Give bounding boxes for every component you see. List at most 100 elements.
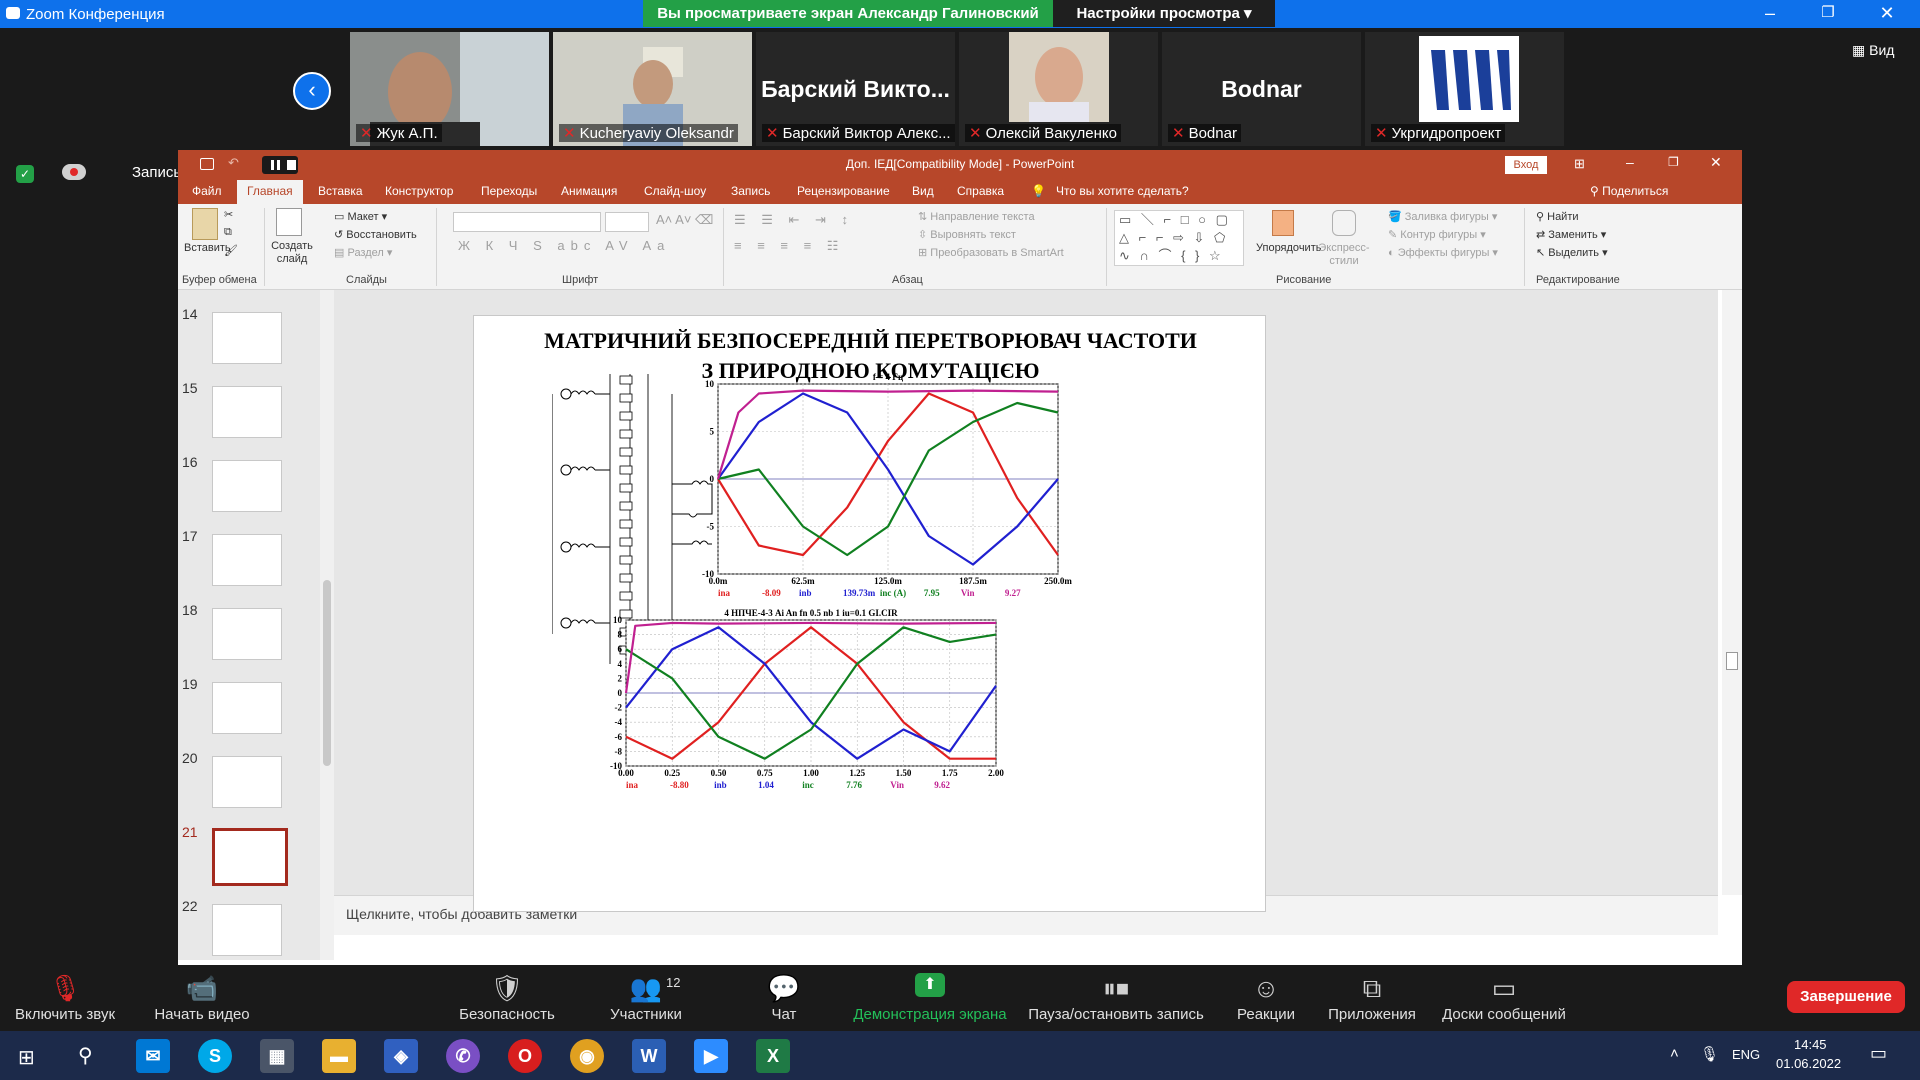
file-explorer-icon[interactable]: ▬ bbox=[322, 1039, 356, 1073]
reactions-button[interactable]: ☺ Реакции bbox=[1228, 965, 1304, 1031]
skype-app-icon[interactable]: S bbox=[198, 1039, 232, 1073]
slide-thumbnail[interactable] bbox=[212, 386, 282, 438]
slide-thumbnail-selected[interactable] bbox=[212, 828, 288, 886]
signin-button[interactable]: Вход bbox=[1505, 156, 1547, 174]
chrome-app-icon[interactable]: ◉ bbox=[570, 1039, 604, 1073]
slide-thumbnail[interactable] bbox=[212, 756, 282, 808]
chat-button[interactable]: 💬 Чат bbox=[752, 965, 816, 1031]
tab-transitions[interactable]: Переходы bbox=[481, 184, 537, 198]
minimize-icon[interactable]: – bbox=[1755, 3, 1785, 24]
slide-thumbnail[interactable] bbox=[212, 460, 282, 512]
apps-button[interactable]: ⧉ Приложения bbox=[1322, 965, 1422, 1031]
restore-icon[interactable]: ❐ bbox=[1813, 3, 1843, 21]
new-slide-icon[interactable] bbox=[276, 208, 302, 236]
view-settings-button[interactable]: Настройки просмотра ▾ bbox=[1053, 0, 1275, 27]
arrange-button[interactable]: Упорядочить bbox=[1256, 242, 1321, 254]
format-painter-icon[interactable]: 🖌 bbox=[224, 244, 238, 257]
participant-tile[interactable]: Барский Викто... ✕ Барский Виктор Алекс..… bbox=[756, 32, 955, 146]
layout-button[interactable]: ▭ Макет ▾ bbox=[334, 210, 387, 223]
quick-styles-button[interactable]: Экспресс-стили bbox=[1318, 242, 1370, 268]
tab-animations[interactable]: Анимация bbox=[561, 184, 617, 198]
scrollbar-thumb[interactable] bbox=[323, 580, 331, 766]
participants-button[interactable]: 👥 12 Участники bbox=[596, 965, 696, 1031]
calculator-app-icon[interactable]: ▦ bbox=[260, 1039, 294, 1073]
font-size-input[interactable] bbox=[605, 212, 649, 232]
view-button[interactable]: ▦ Вид bbox=[1852, 42, 1894, 59]
tab-view[interactable]: Вид bbox=[912, 184, 934, 198]
share-button[interactable]: ⚲ Поделиться bbox=[1590, 184, 1668, 198]
mail-app-icon[interactable]: ✉ bbox=[136, 1039, 170, 1073]
shape-fill-button[interactable]: 🪣 Заливка фигуры ▾ bbox=[1388, 210, 1497, 223]
align-buttons[interactable]: ≡ ≡ ≡ ≡ ☷ bbox=[734, 238, 844, 254]
zoom-app-icon[interactable]: ▶ bbox=[694, 1039, 728, 1073]
slide-thumbnail[interactable] bbox=[212, 682, 282, 734]
participant-tile[interactable]: ✕ Жук А.П. bbox=[350, 32, 549, 146]
reset-button[interactable]: ↺ Восстановить bbox=[334, 228, 417, 241]
thumbnail-scrollbar[interactable] bbox=[320, 290, 334, 960]
network-app-icon[interactable]: ◈ bbox=[384, 1039, 418, 1073]
tab-file[interactable]: Файл bbox=[192, 184, 222, 198]
whiteboards-button[interactable]: ▭ Доски сообщений bbox=[1436, 965, 1572, 1031]
shape-effects-button[interactable]: ◐ Эффекты фигуры ▾ bbox=[1388, 246, 1498, 259]
slide-scrollbar[interactable] bbox=[1722, 290, 1742, 895]
language-indicator[interactable]: ENG bbox=[1732, 1047, 1760, 1062]
tab-record[interactable]: Запись bbox=[731, 184, 770, 198]
restore-icon[interactable]: ❐ bbox=[1668, 155, 1679, 169]
scrollbar-thumb[interactable] bbox=[1726, 652, 1738, 670]
clock-time[interactable]: 14:45 bbox=[1794, 1037, 1827, 1052]
participant-tile[interactable]: Bodnar ✕ Bodnar bbox=[1162, 32, 1361, 146]
tray-arrow-icon[interactable]: ˄ bbox=[1670, 1045, 1679, 1062]
text-direction-button[interactable]: ⇅ Направление текста bbox=[918, 210, 1035, 223]
list-buttons[interactable]: ☰ ☰ ⇤ ⇥ ↕ bbox=[734, 212, 854, 228]
word-app-icon[interactable]: W bbox=[632, 1039, 666, 1073]
clock-date[interactable]: 01.06.2022 bbox=[1776, 1056, 1841, 1071]
tab-review[interactable]: Рецензирование bbox=[797, 184, 890, 198]
notification-icon[interactable]: ▭ bbox=[1870, 1043, 1887, 1064]
slide-thumbnail[interactable] bbox=[212, 534, 282, 586]
font-size-controls[interactable]: A˄ A˅ ⌫ bbox=[656, 212, 713, 228]
unmute-button[interactable]: 🎙 Включить звук bbox=[0, 965, 130, 1031]
end-meeting-button[interactable]: Завершение bbox=[1787, 981, 1905, 1013]
font-style-buttons[interactable]: Ж К Ч S abc AV Aa bbox=[458, 238, 670, 253]
copy-icon[interactable]: ⧉ bbox=[224, 226, 232, 239]
microphone-icon[interactable]: 🎙 bbox=[1700, 1045, 1719, 1063]
search-icon[interactable]: ⚲ bbox=[78, 1043, 93, 1068]
tab-help[interactable]: Справка bbox=[957, 184, 1004, 198]
quick-styles-icon[interactable] bbox=[1332, 210, 1356, 236]
slide-thumbnail[interactable] bbox=[212, 608, 282, 660]
start-video-button[interactable]: 📹 Начать видео bbox=[142, 965, 262, 1031]
slide-thumbnail[interactable] bbox=[212, 904, 282, 956]
minimize-icon[interactable]: – bbox=[1626, 154, 1634, 170]
tab-slideshow[interactable]: Слайд-шоу bbox=[644, 184, 706, 198]
tab-insert[interactable]: Вставка bbox=[318, 184, 363, 198]
tell-me-input[interactable]: Что вы хотите сделать? bbox=[1056, 184, 1189, 198]
slide-thumbnail[interactable] bbox=[212, 312, 282, 364]
participant-tile[interactable]: ✕ Олексій Вакуленко bbox=[959, 32, 1158, 146]
shape-outline-button[interactable]: ✎ Контур фигуры ▾ bbox=[1388, 228, 1486, 241]
section-button[interactable]: ▤ Раздел ▾ bbox=[334, 246, 392, 259]
pause-stop-recording-button[interactable]: ⏸⏹ Пауза/остановить запись bbox=[1024, 965, 1208, 1031]
arrange-icon[interactable] bbox=[1272, 210, 1294, 236]
smartart-button[interactable]: ⊞ Преобразовать в SmartArt bbox=[918, 246, 1064, 259]
ribbon-display-icon[interactable]: ⊞ bbox=[1574, 156, 1585, 172]
participant-tile[interactable]: ✕ Kucheryaviy Oleksandr bbox=[553, 32, 752, 146]
participant-tile[interactable]: ✕ Укргидропроект bbox=[1365, 32, 1564, 146]
gallery-prev-button[interactable]: ‹ bbox=[293, 72, 331, 110]
cut-icon[interactable]: ✂ bbox=[224, 208, 233, 221]
replace-button[interactable]: ⇄ Заменить ▾ bbox=[1536, 228, 1606, 241]
security-button[interactable]: 🛡 Безопасность bbox=[452, 965, 562, 1031]
font-name-input[interactable] bbox=[453, 212, 601, 232]
find-button[interactable]: ⚲ Найти bbox=[1536, 210, 1579, 223]
close-icon[interactable]: ✕ bbox=[1710, 154, 1722, 171]
tab-design[interactable]: Конструктор bbox=[385, 184, 453, 198]
tab-home[interactable]: Главная bbox=[237, 180, 303, 204]
align-text-button[interactable]: ⇳ Выровнять текст bbox=[918, 228, 1016, 241]
opera-app-icon[interactable]: O bbox=[508, 1039, 542, 1073]
select-button[interactable]: ↖ Выделить ▾ bbox=[1536, 246, 1608, 259]
excel-app-icon[interactable]: X bbox=[756, 1039, 790, 1073]
windows-start-icon[interactable]: ⊞ bbox=[18, 1045, 35, 1070]
viber-app-icon[interactable]: ✆ bbox=[446, 1039, 480, 1073]
clipboard-icon[interactable] bbox=[192, 208, 218, 240]
shapes-gallery[interactable]: ▭ ＼ ⌐ □ ○ ▢ △ ⌐ ⌐ ⇨ ⇩ ⬠ ∿ ∩ ⌒ { } ☆ bbox=[1114, 210, 1244, 266]
new-slide-button[interactable]: Создать слайд bbox=[270, 240, 314, 266]
